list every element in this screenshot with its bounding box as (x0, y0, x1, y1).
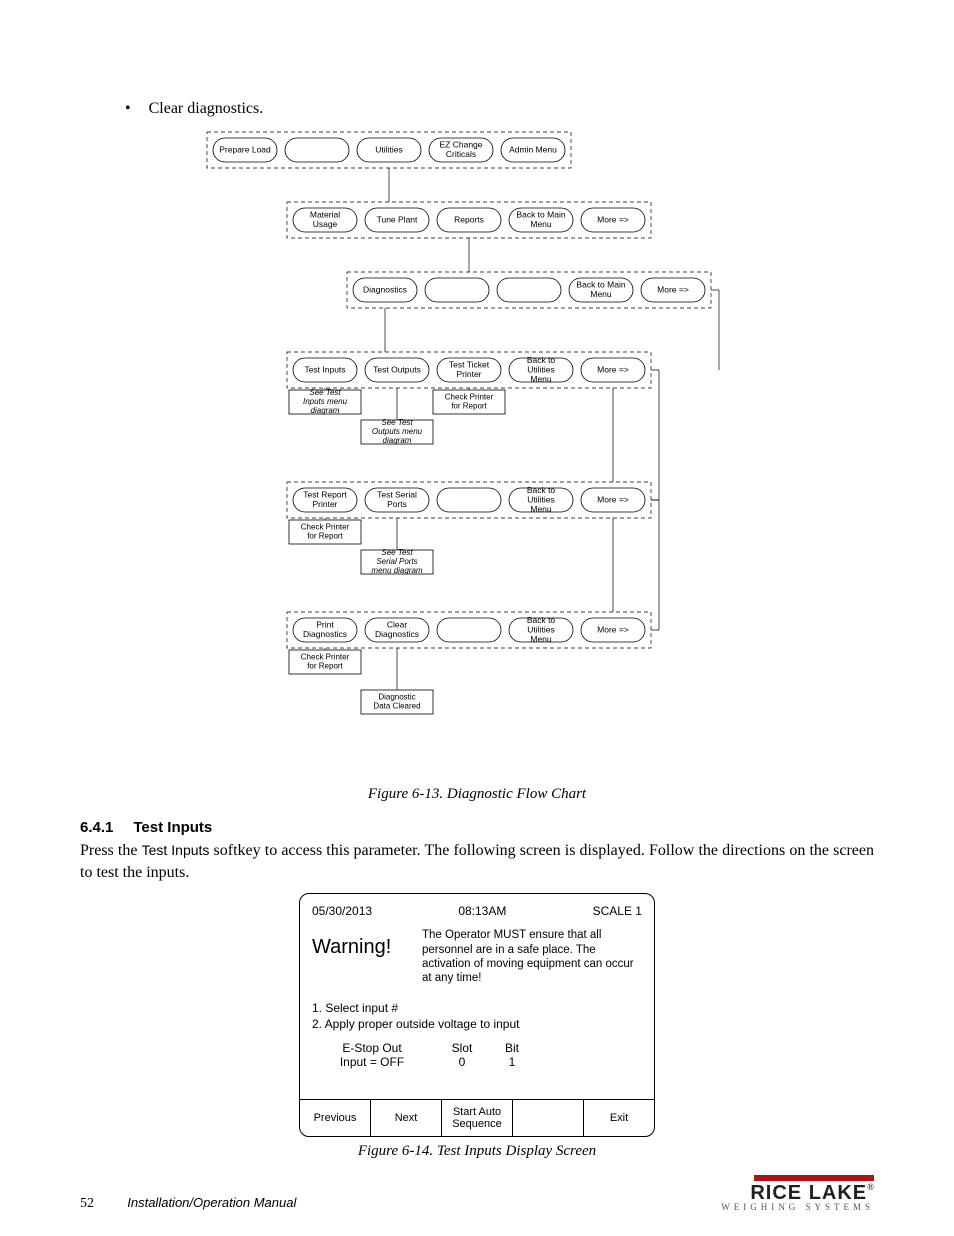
svg-text:Menu: Menu (530, 219, 552, 229)
estop-label: E-Stop Out (312, 1041, 432, 1055)
svg-text:Utilities: Utilities (375, 144, 402, 154)
svg-text:Check Printer: Check Printer (301, 653, 350, 662)
diagnostic-flow-chart: Prepare Load Utilities EZ ChangeCriticals A… (165, 130, 725, 780)
display-date: 05/30/2013 (312, 904, 372, 918)
svg-text:Test Serial: Test Serial (377, 490, 417, 500)
bullet-clear-diagnostics: •Clear diagnostics. (125, 100, 874, 118)
svg-text:menu diagram: menu diagram (371, 566, 422, 575)
svg-text:Criticals: Criticals (446, 149, 476, 159)
display-scale: SCALE 1 (593, 904, 642, 918)
svg-text:More =>: More => (597, 364, 629, 374)
svg-text:Utilities: Utilities (527, 494, 554, 504)
softkey-row: Previous Next Start Auto Sequence Exit (300, 1099, 654, 1136)
svg-text:Test Inputs: Test Inputs (304, 364, 345, 374)
warning-label: Warning! (312, 924, 422, 986)
page-number: 52 (80, 1196, 94, 1211)
svg-text:EZ Change: EZ Change (440, 140, 483, 150)
svg-text:Test Report: Test Report (303, 490, 347, 500)
bit-value: 1 (492, 1055, 532, 1069)
softkey-exit[interactable]: Exit (584, 1100, 654, 1136)
warning-text: The Operator MUST ensure that all person… (422, 924, 642, 986)
svg-text:Diagnostics: Diagnostics (375, 629, 419, 639)
softkey-blank[interactable] (513, 1100, 584, 1136)
svg-text:Diagnostics: Diagnostics (363, 284, 407, 294)
svg-text:Diagnostic: Diagnostic (378, 693, 415, 702)
slot-value: 0 (432, 1055, 492, 1069)
svg-text:Ports: Ports (387, 499, 407, 509)
svg-text:Outputs menu: Outputs menu (372, 427, 423, 436)
svg-text:for Report: for Report (307, 662, 343, 671)
svg-text:More =>: More => (657, 284, 689, 294)
svg-text:Check Printer: Check Printer (445, 393, 494, 402)
bit-header: Bit (492, 1041, 532, 1055)
svg-text:Tune Plant: Tune Plant (377, 214, 418, 224)
section-heading-6-4-1: 6.4.1Test Inputs (80, 819, 874, 836)
svg-text:Diagnostics: Diagnostics (303, 629, 347, 639)
svg-text:See Test: See Test (381, 418, 413, 427)
section-body: Press the Test Inputs softkey to access … (80, 840, 874, 883)
svg-text:Data Cleared: Data Cleared (373, 702, 420, 711)
svg-text:Menu: Menu (530, 634, 552, 644)
svg-text:Menu: Menu (530, 374, 552, 384)
svg-text:for Report: for Report (307, 532, 343, 541)
svg-text:Check Printer: Check Printer (301, 523, 350, 532)
svg-text:Utilities: Utilities (527, 364, 554, 374)
slot-header: Slot (432, 1041, 492, 1055)
svg-text:Clear: Clear (387, 620, 407, 630)
input-state: Input = OFF (312, 1055, 432, 1069)
svg-text:Back to Main: Back to Main (516, 210, 565, 220)
svg-text:Utilities: Utilities (527, 624, 554, 634)
svg-text:Print: Print (316, 620, 334, 630)
softkey-previous[interactable]: Previous (300, 1100, 371, 1136)
svg-text:Test Ticket: Test Ticket (449, 360, 490, 370)
svg-text:More =>: More => (597, 494, 629, 504)
manual-title: Installation/Operation Manual (127, 1195, 296, 1210)
svg-text:Material: Material (310, 210, 340, 220)
figure-6-14-caption: Figure 6-14. Test Inputs Display Screen (80, 1143, 874, 1160)
step-2: 2. Apply proper outside voltage to input (312, 1016, 642, 1033)
svg-text:Menu: Menu (590, 289, 612, 299)
svg-text:Admin Menu: Admin Menu (509, 144, 557, 154)
svg-text:Prepare Load: Prepare Load (219, 144, 271, 154)
softkey-next[interactable]: Next (371, 1100, 442, 1136)
figure-6-13-caption: Figure 6-13. Diagnostic Flow Chart (80, 786, 874, 803)
rice-lake-logo: RICE LAKE® WEIGHING SYSTEMS (721, 1175, 874, 1212)
svg-text:diagram: diagram (383, 436, 412, 445)
step-1: 1. Select input # (312, 1000, 642, 1017)
svg-text:for Report: for Report (451, 402, 487, 411)
svg-text:Back to: Back to (527, 355, 556, 365)
svg-text:Serial Ports: Serial Ports (376, 557, 417, 566)
svg-text:Back to: Back to (527, 615, 556, 625)
svg-text:More =>: More => (597, 214, 629, 224)
svg-text:Printer: Printer (456, 369, 481, 379)
svg-text:Test Outputs: Test Outputs (373, 364, 421, 374)
svg-text:See Test: See Test (309, 388, 341, 397)
svg-text:diagram: diagram (311, 406, 340, 415)
svg-text:Printer: Printer (312, 499, 337, 509)
test-inputs-display-screen: 05/30/2013 08:13AM SCALE 1 Warning! The … (299, 893, 655, 1137)
footer-left: 52 Installation/Operation Manual (80, 1195, 296, 1212)
svg-text:Back to Main: Back to Main (576, 280, 625, 290)
svg-text:Inputs menu: Inputs menu (303, 397, 348, 406)
svg-text:More =>: More => (597, 624, 629, 634)
svg-text:Back to: Back to (527, 485, 556, 495)
svg-text:See Test: See Test (381, 548, 413, 557)
softkey-start-auto[interactable]: Start Auto Sequence (442, 1100, 513, 1136)
display-time: 08:13AM (458, 904, 506, 918)
svg-text:Menu: Menu (530, 504, 552, 514)
svg-text:Usage: Usage (313, 219, 338, 229)
svg-text:Reports: Reports (454, 214, 484, 224)
